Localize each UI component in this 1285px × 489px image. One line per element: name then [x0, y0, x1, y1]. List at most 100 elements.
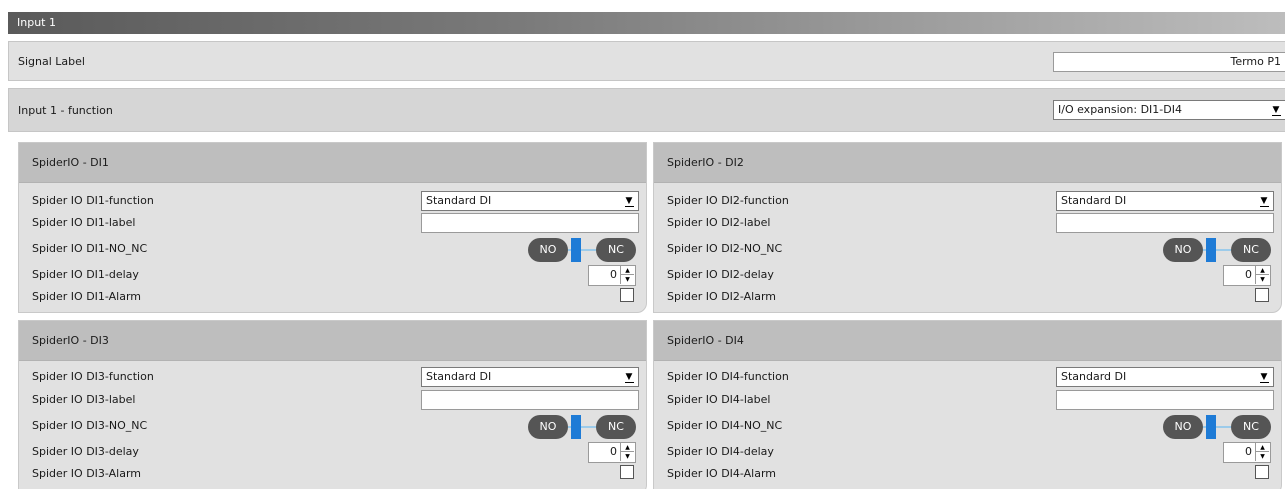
di2-label-input[interactable] [1056, 213, 1274, 233]
di3-nonc-toggle[interactable]: NO NC [528, 415, 636, 439]
di2-nonc-label: Spider IO DI2-NO_NC [667, 242, 783, 255]
no-option[interactable]: NO [1163, 238, 1203, 262]
input-function-row: Input 1 - function I/O expansion: DI1-DI… [8, 88, 1285, 132]
toggle-knob[interactable] [571, 415, 581, 439]
di3-function-row: Spider IO DI3-function Standard DI ▼ [19, 367, 646, 387]
di4-label-label: Spider IO DI4-label [667, 393, 771, 406]
di4-nonc-row: Spider IO DI4-NO_NC NO NC [654, 415, 1281, 439]
di3-label-input[interactable] [421, 390, 639, 410]
di1-alarm-row: Spider IO DI1-Alarm [19, 287, 646, 307]
spin-up-icon[interactable]: ▲ [1255, 443, 1269, 452]
di2-label-row: Spider IO DI2-label [654, 213, 1281, 233]
chevron-down-icon[interactable]: ▼ [1257, 194, 1271, 208]
di2-delay-value: 0 [1245, 268, 1252, 281]
no-option[interactable]: NO [1163, 415, 1203, 439]
di4-nonc-toggle[interactable]: NO NC [1163, 415, 1271, 439]
di1-delay-value: 0 [610, 268, 617, 281]
spin-down-icon[interactable]: ▼ [620, 452, 634, 461]
di2-function-label: Spider IO DI2-function [667, 194, 789, 207]
spin-up-icon[interactable]: ▲ [1255, 266, 1269, 275]
di2-nonc-row: Spider IO DI2-NO_NC NO NC [654, 238, 1281, 262]
signal-label-caption: Signal Label [18, 55, 85, 68]
panel-title: SpiderIO - DI2 [654, 143, 1281, 183]
di1-delay-spinner[interactable]: 0 ▲ ▼ [588, 265, 636, 286]
di3-delay-label: Spider IO DI3-delay [32, 445, 139, 458]
spin-down-icon[interactable]: ▼ [1255, 275, 1269, 284]
di4-alarm-checkbox[interactable] [1255, 465, 1269, 479]
di1-label-row: Spider IO DI1-label [19, 213, 646, 233]
nc-option[interactable]: NC [596, 415, 636, 439]
di4-function-value: Standard DI [1061, 370, 1127, 383]
di1-nonc-row: Spider IO DI1-NO_NC NO NC [19, 238, 646, 262]
di4-nonc-label: Spider IO DI4-NO_NC [667, 419, 783, 432]
di3-label-row: Spider IO DI3-label [19, 390, 646, 410]
di1-delay-label: Spider IO DI1-delay [32, 268, 139, 281]
di1-nonc-toggle[interactable]: NO NC [528, 238, 636, 262]
di4-label-input[interactable] [1056, 390, 1274, 410]
nc-option[interactable]: NC [596, 238, 636, 262]
input-function-value: I/O expansion: DI1-DI4 [1058, 103, 1182, 116]
di4-delay-spinner[interactable]: 0 ▲ ▼ [1223, 442, 1271, 463]
di4-function-label: Spider IO DI4-function [667, 370, 789, 383]
di1-function-select[interactable]: Standard DI ▼ [421, 191, 639, 211]
window-title-bar: Input 1 [8, 12, 1285, 34]
chevron-down-icon[interactable]: ▼ [622, 194, 636, 208]
di3-alarm-checkbox[interactable] [620, 465, 634, 479]
di4-delay-row: Spider IO DI4-delay 0 ▲ ▼ [654, 442, 1281, 463]
di1-alarm-checkbox[interactable] [620, 288, 634, 302]
di3-alarm-label: Spider IO DI3-Alarm [32, 467, 141, 480]
di2-alarm-label: Spider IO DI2-Alarm [667, 290, 776, 303]
panel-title: SpiderIO - DI3 [19, 321, 646, 361]
panel-di2: SpiderIO - DI2 Spider IO DI2-function St… [653, 142, 1282, 313]
chevron-down-icon[interactable]: ▼ [1269, 103, 1283, 117]
di1-function-row: Spider IO DI1-function Standard DI ▼ [19, 191, 646, 211]
input-function-select[interactable]: I/O expansion: DI1-DI4 ▼ [1053, 100, 1285, 120]
signal-label-row: Signal Label Termo P1 [8, 41, 1285, 81]
input-function-caption: Input 1 - function [18, 104, 113, 117]
di1-alarm-label: Spider IO DI1-Alarm [32, 290, 141, 303]
di3-delay-row: Spider IO DI3-delay 0 ▲ ▼ [19, 442, 646, 463]
di4-delay-label: Spider IO DI4-delay [667, 445, 774, 458]
di2-function-value: Standard DI [1061, 194, 1127, 207]
signal-label-input[interactable]: Termo P1 [1053, 52, 1285, 72]
di2-function-row: Spider IO DI2-function Standard DI ▼ [654, 191, 1281, 211]
chevron-down-icon[interactable]: ▼ [622, 370, 636, 384]
di2-function-select[interactable]: Standard DI ▼ [1056, 191, 1274, 211]
di1-label-input[interactable] [421, 213, 639, 233]
chevron-down-icon[interactable]: ▼ [1257, 370, 1271, 384]
panel-di1: SpiderIO - DI1 Spider IO DI1-function St… [18, 142, 647, 313]
panel-title: SpiderIO - DI4 [654, 321, 1281, 361]
di2-delay-label: Spider IO DI2-delay [667, 268, 774, 281]
di3-alarm-row: Spider IO DI3-Alarm [19, 464, 646, 484]
di4-alarm-row: Spider IO DI4-Alarm [654, 464, 1281, 484]
toggle-knob[interactable] [1206, 238, 1216, 262]
di4-delay-value: 0 [1245, 445, 1252, 458]
di3-function-select[interactable]: Standard DI ▼ [421, 367, 639, 387]
di2-nonc-toggle[interactable]: NO NC [1163, 238, 1271, 262]
di1-label-label: Spider IO DI1-label [32, 216, 136, 229]
di4-function-select[interactable]: Standard DI ▼ [1056, 367, 1274, 387]
di1-delay-row: Spider IO DI1-delay 0 ▲ ▼ [19, 265, 646, 286]
di2-alarm-checkbox[interactable] [1255, 288, 1269, 302]
di4-alarm-label: Spider IO DI4-Alarm [667, 467, 776, 480]
di1-nonc-label: Spider IO DI1-NO_NC [32, 242, 148, 255]
panel-di4: SpiderIO - DI4 Spider IO DI4-function St… [653, 320, 1282, 489]
spin-down-icon[interactable]: ▼ [1255, 452, 1269, 461]
toggle-knob[interactable] [1206, 415, 1216, 439]
spin-down-icon[interactable]: ▼ [620, 275, 634, 284]
nc-option[interactable]: NC [1231, 415, 1271, 439]
panel-title: SpiderIO - DI1 [19, 143, 646, 183]
di3-function-value: Standard DI [426, 370, 492, 383]
no-option[interactable]: NO [528, 415, 568, 439]
nc-option[interactable]: NC [1231, 238, 1271, 262]
spin-up-icon[interactable]: ▲ [620, 266, 634, 275]
di3-delay-spinner[interactable]: 0 ▲ ▼ [588, 442, 636, 463]
spin-up-icon[interactable]: ▲ [620, 443, 634, 452]
di3-label-label: Spider IO DI3-label [32, 393, 136, 406]
di4-label-row: Spider IO DI4-label [654, 390, 1281, 410]
no-option[interactable]: NO [528, 238, 568, 262]
di4-function-row: Spider IO DI4-function Standard DI ▼ [654, 367, 1281, 387]
di3-nonc-row: Spider IO DI3-NO_NC NO NC [19, 415, 646, 439]
toggle-knob[interactable] [571, 238, 581, 262]
di2-delay-spinner[interactable]: 0 ▲ ▼ [1223, 265, 1271, 286]
